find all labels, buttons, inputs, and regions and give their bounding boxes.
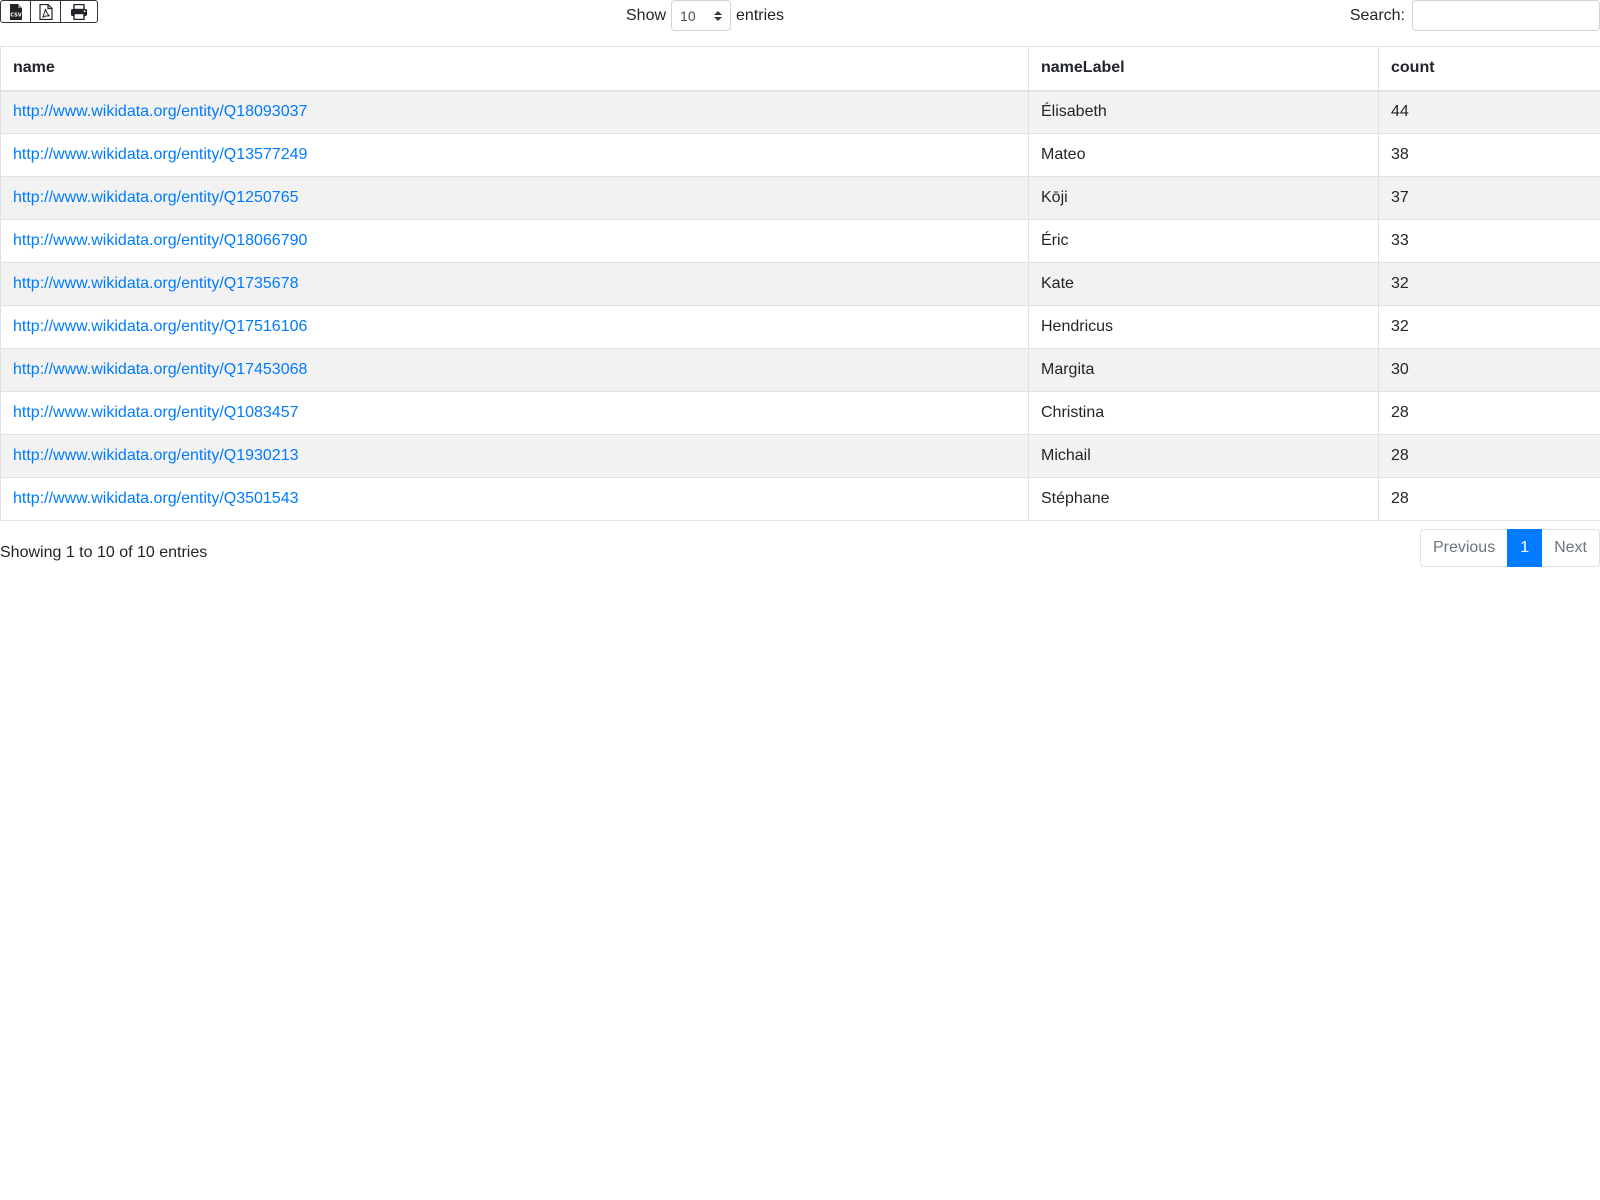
cell-count: 28 <box>1378 434 1600 478</box>
entity-link[interactable]: http://www.wikidata.org/entity/Q13577249 <box>13 146 307 163</box>
entity-link[interactable]: http://www.wikidata.org/entity/Q1083457 <box>13 404 299 421</box>
table-row: http://www.wikidata.org/entity/Q18066790… <box>0 219 1600 263</box>
entity-link[interactable]: http://www.wikidata.org/entity/Q1735678 <box>13 275 299 292</box>
cell-count: 30 <box>1378 348 1600 392</box>
cell-namelabel: Mateo <box>1028 133 1379 177</box>
table-row: http://www.wikidata.org/entity/Q13577249… <box>0 133 1600 177</box>
cell-count: 44 <box>1378 90 1600 134</box>
table-row: http://www.wikidata.org/entity/Q1930213 … <box>0 434 1600 478</box>
table-toolbar: CSV Show 10 entries Search: <box>0 0 1600 46</box>
table-row: http://www.wikidata.org/entity/Q1083457 … <box>0 391 1600 435</box>
file-csv-icon: CSV <box>9 3 22 20</box>
page-length-value: 10 <box>680 7 696 24</box>
search-control: Search: <box>1350 0 1600 31</box>
export-pdf-button[interactable] <box>31 1 61 22</box>
entries-label: entries <box>736 6 785 24</box>
print-button[interactable] <box>61 1 97 22</box>
cell-namelabel: Kōji <box>1028 176 1379 220</box>
page-length-select[interactable]: 10 <box>671 0 732 31</box>
pagination: Previous 1 Next <box>1419 529 1600 567</box>
cell-namelabel: Christina <box>1028 391 1379 435</box>
table-row: http://www.wikidata.org/entity/Q3501543 … <box>0 477 1600 521</box>
table-header: name nameLabel count <box>0 46 1600 92</box>
cell-count: 32 <box>1378 262 1600 306</box>
select-arrows-icon <box>714 10 723 21</box>
search-label: Search: <box>1349 6 1405 24</box>
cell-namelabel: Éric <box>1028 219 1379 263</box>
table-footer: Showing 1 to 10 of 10 entries Previous 1… <box>0 521 1600 581</box>
entity-link[interactable]: http://www.wikidata.org/entity/Q1250765 <box>13 189 299 206</box>
cell-namelabel: Michail <box>1028 434 1379 478</box>
search-input[interactable] <box>1412 0 1600 31</box>
page-1-button[interactable]: 1 <box>1507 529 1543 567</box>
cell-name: http://www.wikidata.org/entity/Q17516106 <box>0 305 1029 349</box>
cell-name: http://www.wikidata.org/entity/Q1930213 <box>0 434 1029 478</box>
export-button-group: CSV <box>0 0 98 23</box>
cell-namelabel: Élisabeth <box>1028 90 1379 134</box>
cell-name: http://www.wikidata.org/entity/Q1250765 <box>0 176 1029 220</box>
cell-namelabel: Margita <box>1028 348 1379 392</box>
table-row: http://www.wikidata.org/entity/Q1735678 … <box>0 262 1600 306</box>
cell-count: 33 <box>1378 219 1600 263</box>
header-row: name nameLabel count <box>0 46 1600 92</box>
table-row: http://www.wikidata.org/entity/Q17453068… <box>0 348 1600 392</box>
entity-link[interactable]: http://www.wikidata.org/entity/Q3501543 <box>13 490 299 507</box>
previous-page-button[interactable]: Previous <box>1419 529 1509 567</box>
cell-count: 28 <box>1378 391 1600 435</box>
cell-name: http://www.wikidata.org/entity/Q13577249 <box>0 133 1029 177</box>
export-csv-button[interactable]: CSV <box>1 1 31 22</box>
cell-name: http://www.wikidata.org/entity/Q17453068 <box>0 348 1029 392</box>
cell-name: http://www.wikidata.org/entity/Q1735678 <box>0 262 1029 306</box>
svg-text:CSV: CSV <box>10 12 21 18</box>
table-info: Showing 1 to 10 of 10 entries <box>0 544 208 561</box>
print-icon <box>71 3 87 20</box>
table-row: http://www.wikidata.org/entity/Q18093037… <box>0 90 1600 134</box>
table-row: http://www.wikidata.org/entity/Q1250765 … <box>0 176 1600 220</box>
page-length-control: Show 10 entries <box>626 0 784 31</box>
cell-count: 32 <box>1378 305 1600 349</box>
entity-link[interactable]: http://www.wikidata.org/entity/Q18093037 <box>13 103 307 120</box>
results-table: name nameLabel count http://www.wikidata… <box>0 46 1600 521</box>
column-header-name[interactable]: name <box>0 46 1029 92</box>
entity-link[interactable]: http://www.wikidata.org/entity/Q18066790 <box>13 232 307 249</box>
table-row: http://www.wikidata.org/entity/Q17516106… <box>0 305 1600 349</box>
file-pdf-icon <box>38 3 53 20</box>
entity-link[interactable]: http://www.wikidata.org/entity/Q17516106 <box>13 318 307 335</box>
next-page-button[interactable]: Next <box>1541 529 1600 567</box>
cell-namelabel: Kate <box>1028 262 1379 306</box>
datatable-wrapper: CSV Show 10 entries Search: name nameLab… <box>0 0 1600 581</box>
cell-namelabel: Hendricus <box>1028 305 1379 349</box>
cell-count: 28 <box>1378 477 1600 521</box>
cell-name: http://www.wikidata.org/entity/Q1083457 <box>0 391 1029 435</box>
table-body: http://www.wikidata.org/entity/Q18093037… <box>0 90 1600 521</box>
entity-link[interactable]: http://www.wikidata.org/entity/Q17453068 <box>13 361 307 378</box>
column-header-count[interactable]: count <box>1378 46 1600 92</box>
cell-name: http://www.wikidata.org/entity/Q3501543 <box>0 477 1029 521</box>
cell-count: 38 <box>1378 133 1600 177</box>
cell-namelabel: Stéphane <box>1028 477 1379 521</box>
entity-link[interactable]: http://www.wikidata.org/entity/Q1930213 <box>13 447 299 464</box>
cell-name: http://www.wikidata.org/entity/Q18066790 <box>0 219 1029 263</box>
cell-count: 37 <box>1378 176 1600 220</box>
cell-name: http://www.wikidata.org/entity/Q18093037 <box>0 90 1029 134</box>
column-header-namelabel[interactable]: nameLabel <box>1028 46 1379 92</box>
show-label: Show <box>626 6 667 24</box>
